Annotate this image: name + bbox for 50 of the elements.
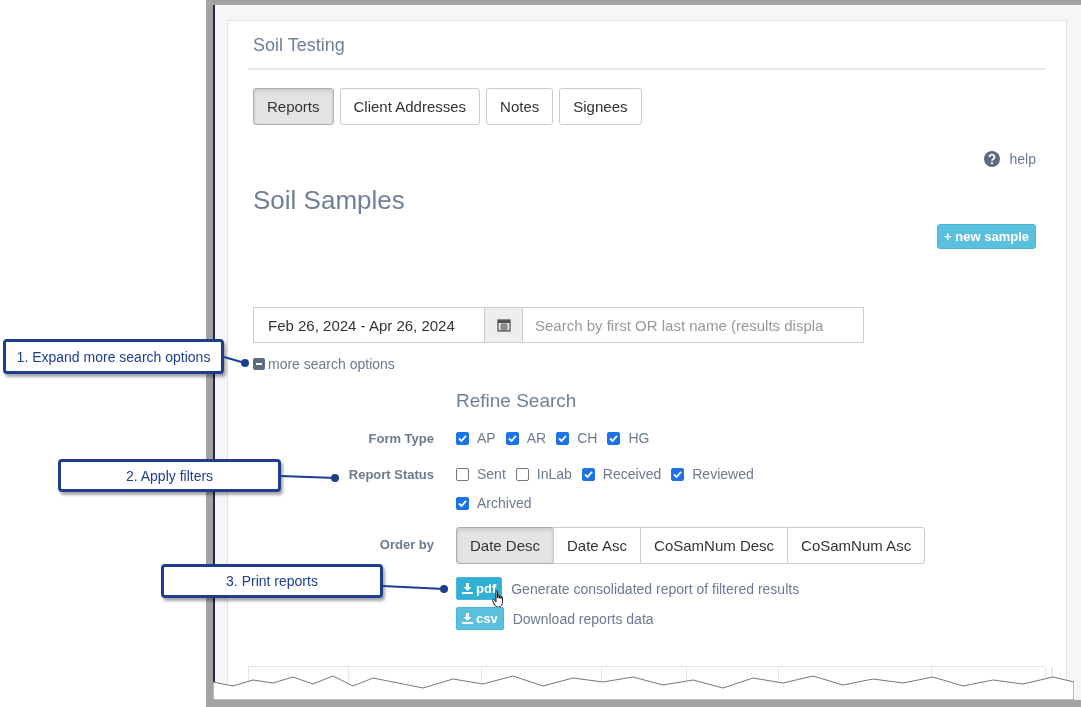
- callout-box: 1. Expand more search options: [3, 339, 224, 374]
- callout-box: 2. Apply filters: [58, 459, 281, 492]
- checkbox-label[interactable]: HG: [628, 430, 650, 446]
- checkbox-label[interactable]: AP: [477, 430, 496, 446]
- sort-option-button[interactable]: CoSamNum Asc: [787, 527, 926, 564]
- more-search-options-link[interactable]: more search options: [268, 356, 395, 372]
- calendar-icon: [496, 318, 511, 332]
- checkbox-label[interactable]: Sent: [477, 466, 506, 482]
- checkbox-label[interactable]: Reviewed: [692, 466, 754, 482]
- sort-option-button[interactable]: Date Desc: [456, 527, 555, 564]
- download-icon: [462, 583, 473, 594]
- tab[interactable]: Reports: [253, 88, 334, 125]
- callout-box: 3. Print reports: [161, 564, 383, 598]
- help-icon[interactable]: [983, 151, 1000, 167]
- tab[interactable]: Notes: [486, 88, 554, 125]
- checkbox[interactable]: [581, 467, 595, 481]
- calendar-button[interactable]: [485, 307, 523, 343]
- order-by-label: Order by: [379, 536, 434, 552]
- checkbox[interactable]: [456, 431, 469, 445]
- leader-line: [382, 585, 448, 593]
- download-description: Generate consolidated report of filtered results: [511, 580, 800, 597]
- leader-line: [223, 356, 249, 367]
- collapse-icon[interactable]: [253, 358, 265, 370]
- checkbox-label[interactable]: AR: [526, 430, 547, 446]
- page-heading: Soil Samples: [253, 185, 406, 216]
- filter-label: Form Type: [368, 430, 434, 446]
- checkbox[interactable]: [607, 431, 621, 445]
- checkbox-label[interactable]: CH: [577, 430, 598, 446]
- checkbox[interactable]: [671, 467, 685, 481]
- checkbox[interactable]: [456, 496, 469, 510]
- checkbox[interactable]: [556, 431, 570, 445]
- date-range-field[interactable]: Feb 26, 2024 - Apr 26, 2024: [253, 307, 485, 343]
- search-field[interactable]: Search by first OR last name (results displa: [523, 307, 864, 343]
- checkbox[interactable]: [505, 431, 519, 445]
- leader-line: [280, 474, 339, 482]
- tab[interactable]: Signees: [559, 88, 642, 125]
- checkbox-label[interactable]: InLab: [536, 466, 572, 482]
- sort-option-button[interactable]: CoSamNum Desc: [640, 527, 789, 564]
- checkbox[interactable]: [456, 467, 469, 481]
- filter-label: Report Status: [348, 466, 434, 482]
- checkbox-label[interactable]: Received: [602, 466, 662, 482]
- checkbox-label[interactable]: Archived: [477, 495, 532, 511]
- refine-search-title: Refine Search: [456, 390, 578, 412]
- help-link[interactable]: help: [1009, 151, 1036, 167]
- download-description: Download reports data: [512, 610, 654, 627]
- download-icon: [462, 613, 473, 624]
- tab[interactable]: Client Addresses: [339, 88, 481, 125]
- panel-title: Soil Testing: [248, 21, 1046, 70]
- sort-option-button[interactable]: Date Asc: [553, 527, 642, 564]
- checkbox[interactable]: [515, 467, 529, 481]
